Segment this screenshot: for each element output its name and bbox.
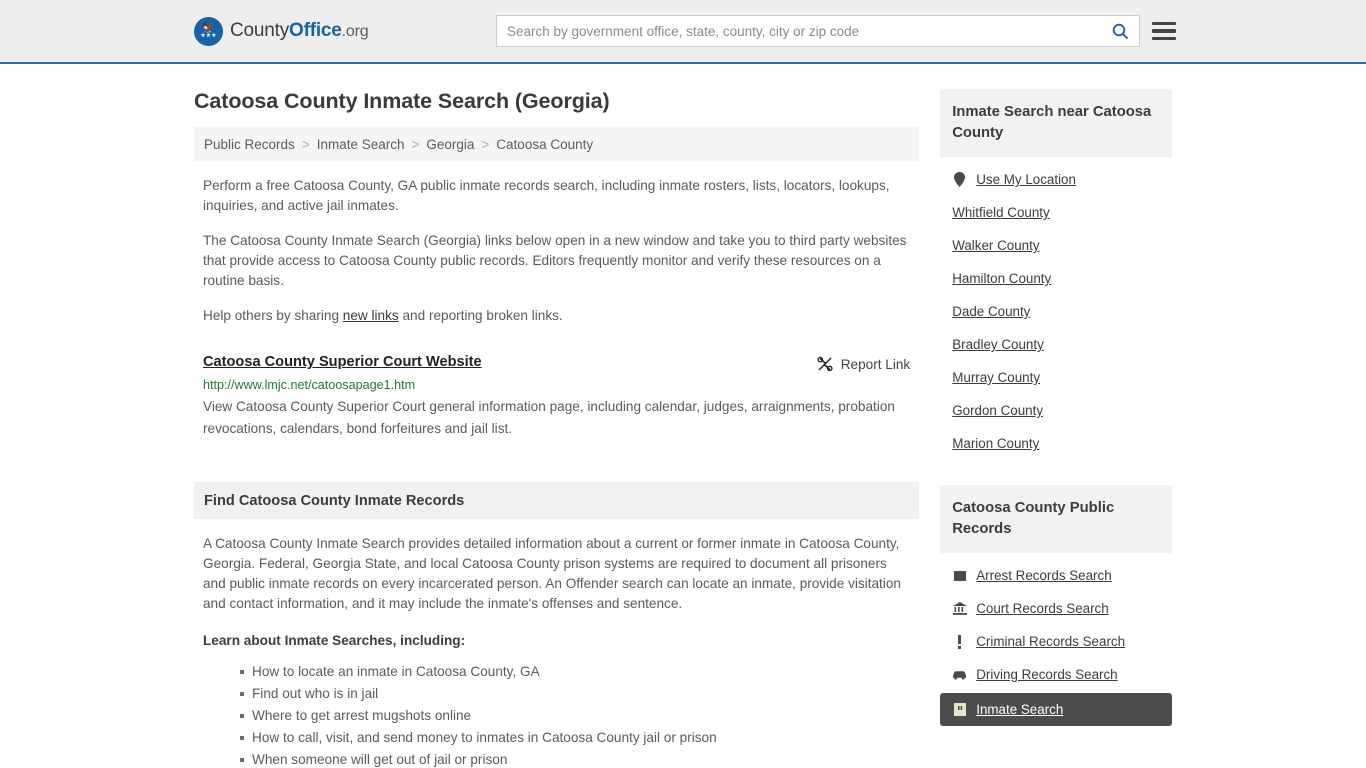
sidebar-item-label: Hamilton County — [952, 271, 1052, 286]
sidebar-item-marion-county[interactable]: Marion County — [940, 427, 1172, 460]
sidebar-item-criminal-records-search[interactable]: Criminal Records Search — [940, 625, 1172, 658]
section-bullet-list: How to locate an inmate in Catoosa Count… — [194, 661, 919, 768]
share-text-before: Help others by sharing — [203, 308, 343, 323]
resource-link-title[interactable]: Catoosa County Superior Court Website — [203, 354, 482, 370]
sidebar-item-arrest-records-search[interactable]: Arrest Records Search — [940, 559, 1172, 592]
search-icon — [1112, 23, 1128, 39]
sidebar: Inmate Search near Catoosa County Use My… — [940, 64, 1172, 768]
list-item: Find out who is in jail — [240, 683, 919, 705]
section-lead-in: Learn about Inmate Searches, including: — [203, 633, 466, 648]
courthouse-icon — [952, 602, 967, 615]
breadcrumb-separator: > — [411, 136, 420, 152]
public-records-panel-heading: Catoosa County Public Records — [940, 485, 1172, 553]
sidebar-item-dade-county[interactable]: Dade County — [940, 295, 1172, 328]
search-bar[interactable] — [496, 15, 1140, 47]
nearby-inmate-search-panel: Inmate Search near Catoosa County Use My… — [940, 89, 1172, 460]
share-text-after: and reporting broken links. — [398, 308, 563, 323]
list-item: When someone will get out of jail or pri… — [240, 749, 919, 768]
square-icon — [952, 570, 967, 582]
breadcrumb-item-inmate-search[interactable]: Inmate Search — [317, 137, 405, 152]
breadcrumb-item-public-records[interactable]: Public Records — [204, 137, 295, 152]
public-records-list: Arrest Records Search Court Records Sear… — [940, 553, 1172, 726]
broken-link-icon — [817, 356, 833, 372]
intro-paragraph-3: Help others by sharing new links and rep… — [194, 306, 919, 326]
car-icon — [952, 669, 967, 680]
list-item: How to locate an inmate in Catoosa Count… — [240, 661, 919, 683]
sidebar-item-label: Court Records Search — [976, 601, 1109, 616]
sidebar-item-bradley-county[interactable]: Bradley County — [940, 328, 1172, 361]
page-title: Catoosa County Inmate Search (Georgia) — [194, 89, 610, 113]
report-link-label: Report Link — [840, 356, 911, 372]
breadcrumb-item-catoosa-county[interactable]: Catoosa County — [496, 137, 593, 152]
search-input[interactable] — [497, 17, 1101, 45]
breadcrumb-separator: > — [301, 136, 310, 152]
jail-door-icon — [952, 703, 967, 716]
breadcrumb: Public Records > Inmate Search > Georgia… — [194, 127, 920, 161]
list-item: Where to get arrest mugshots online — [240, 705, 919, 727]
sidebar-item-label: Criminal Records Search — [976, 634, 1126, 649]
logo-text: CountyOffice.org — [230, 20, 369, 42]
main-column: Catoosa County Inmate Search (Georgia) P… — [194, 64, 920, 768]
sidebar-item-label: Murray County — [952, 370, 1041, 385]
sidebar-item-court-records-search[interactable]: Court Records Search — [940, 592, 1172, 625]
sidebar-item-inmate-search[interactable]: Inmate Search — [940, 693, 1172, 726]
sidebar-item-label: Dade County — [952, 304, 1031, 319]
hamburger-menu-icon[interactable] — [1152, 21, 1176, 41]
site-header: 🦅 ★★★ CountyOffice.org — [0, 0, 1366, 64]
sidebar-item-use-my-location[interactable]: Use My Location — [940, 163, 1172, 196]
sidebar-item-label: Whitfield County — [952, 205, 1050, 220]
breadcrumb-separator: > — [481, 136, 490, 152]
nearby-panel-list: Use My Location Whitfield County Walker … — [940, 157, 1172, 460]
site-logo[interactable]: 🦅 ★★★ CountyOffice.org — [194, 16, 369, 46]
sidebar-item-gordon-county[interactable]: Gordon County — [940, 394, 1172, 427]
public-records-panel: Catoosa County Public Records Arrest Rec… — [940, 485, 1172, 726]
section-heading: Find Catoosa County Inmate Records — [194, 482, 920, 519]
resource-link-description: View Catoosa County Superior Court gener… — [203, 399, 895, 436]
exclamation-icon — [952, 634, 967, 649]
sidebar-item-hamilton-county[interactable]: Hamilton County — [940, 262, 1172, 295]
new-links-link[interactable]: new links — [343, 308, 399, 323]
breadcrumb-item-georgia[interactable]: Georgia — [426, 137, 474, 152]
report-link-button[interactable]: Report Link — [817, 354, 911, 372]
intro-paragraph-2: The Catoosa County Inmate Search (Georgi… — [203, 233, 907, 288]
sidebar-item-label: Gordon County — [952, 403, 1044, 418]
section-paragraph: A Catoosa County Inmate Search provides … — [203, 536, 901, 611]
sidebar-item-driving-records-search[interactable]: Driving Records Search — [940, 658, 1172, 691]
sidebar-item-label: Marion County — [952, 436, 1040, 451]
eagle-shield-icon: 🦅 ★★★ — [194, 16, 223, 46]
sidebar-item-label: Driving Records Search — [976, 667, 1118, 682]
sidebar-item-label: Inmate Search — [976, 702, 1064, 717]
search-button[interactable] — [1101, 16, 1139, 46]
sidebar-item-murray-county[interactable]: Murray County — [940, 361, 1172, 394]
map-pin-icon — [952, 172, 967, 187]
logo-prefix: County — [230, 20, 290, 41]
intro-paragraph-1: Perform a free Catoosa County, GA public… — [203, 178, 890, 213]
sidebar-item-walker-county[interactable]: Walker County — [940, 229, 1172, 262]
sidebar-item-label: Walker County — [952, 238, 1040, 253]
sidebar-item-label: Bradley County — [952, 337, 1044, 352]
resource-link-row: Catoosa County Superior Court Website Re… — [203, 354, 910, 372]
sidebar-item-whitfield-county[interactable]: Whitfield County — [940, 196, 1172, 229]
nearby-panel-heading: Inmate Search near Catoosa County — [940, 89, 1172, 157]
section-body: A Catoosa County Inmate Search provides … — [194, 534, 919, 614]
sidebar-item-label: Arrest Records Search — [976, 568, 1112, 583]
list-item: How to call, visit, and send money to in… — [240, 727, 919, 749]
sidebar-item-label: Use My Location — [976, 172, 1076, 187]
logo-bold: Office — [289, 20, 342, 41]
page-body: Catoosa County Inmate Search (Georgia) P… — [0, 64, 1366, 768]
logo-suffix: .org — [341, 23, 369, 40]
resource-link-url[interactable]: http://www.lmjc.net/catoosapage1.htm — [203, 378, 910, 392]
resource-link-block: Catoosa County Superior Court Website Re… — [194, 354, 919, 440]
